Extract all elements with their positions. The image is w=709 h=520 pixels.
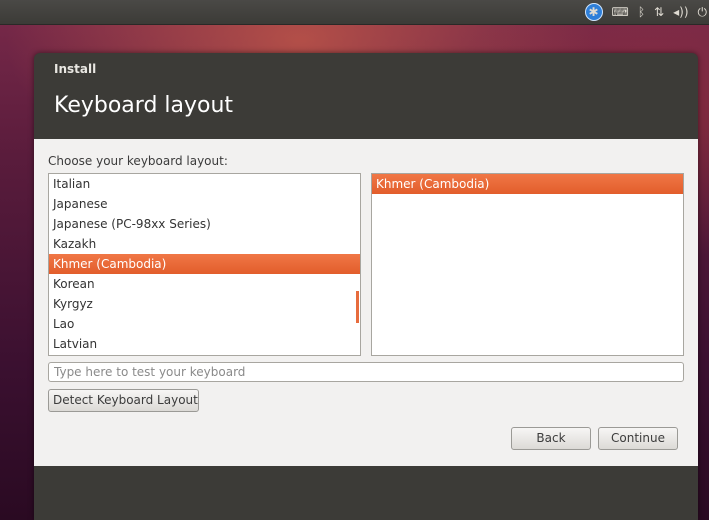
- back-button[interactable]: Back: [511, 427, 591, 450]
- volume-icon[interactable]: ◂)): [673, 6, 688, 18]
- continue-button[interactable]: Continue: [598, 427, 678, 450]
- keyboard-test-input[interactable]: [48, 362, 684, 382]
- layout-list[interactable]: Italian Japanese Japanese (PC-98xx Series)…: [48, 173, 361, 356]
- list-item[interactable]: Latvian: [49, 334, 360, 354]
- top-panel: ✱ ⌨ ᛒ ⇅ ◂)) ⏻: [0, 0, 709, 25]
- accessibility-icon[interactable]: ✱: [584, 3, 603, 21]
- installer-window: Install Keyboard layout Choose your keyb…: [34, 53, 698, 520]
- list-item[interactable]: Khmer (Cambodia): [372, 174, 683, 194]
- scrollbar-thumb[interactable]: [356, 291, 359, 323]
- bluetooth-icon[interactable]: ᛒ: [638, 6, 645, 18]
- list-item[interactable]: Kyrgyz: [49, 294, 360, 314]
- content-area: Choose your keyboard layout: Italian Japa…: [34, 139, 698, 466]
- panel-indicators: ✱ ⌨ ᛒ ⇅ ◂)) ⏻: [584, 0, 709, 24]
- keyboard-layout-prompt: Choose your keyboard layout:: [48, 154, 228, 168]
- list-item[interactable]: Italian: [49, 174, 360, 194]
- list-item[interactable]: Japanese (PC-98xx Series): [49, 214, 360, 234]
- variant-list[interactable]: Khmer (Cambodia): [371, 173, 684, 356]
- list-item[interactable]: Lao: [49, 314, 360, 334]
- window-footer: [34, 466, 698, 520]
- keyboard-icon[interactable]: ⌨: [612, 6, 629, 18]
- page-title: Keyboard layout: [54, 93, 234, 118]
- list-item[interactable]: Japanese: [49, 194, 360, 214]
- power-icon[interactable]: ⏻: [698, 6, 708, 18]
- list-item[interactable]: Khmer (Cambodia): [49, 254, 360, 274]
- detect-keyboard-layout-button[interactable]: Detect Keyboard Layout: [48, 389, 199, 412]
- list-item[interactable]: Kazakh: [49, 234, 360, 254]
- window-title: Install: [54, 62, 97, 76]
- network-icon[interactable]: ⇅: [654, 6, 664, 18]
- list-item[interactable]: Korean: [49, 274, 360, 294]
